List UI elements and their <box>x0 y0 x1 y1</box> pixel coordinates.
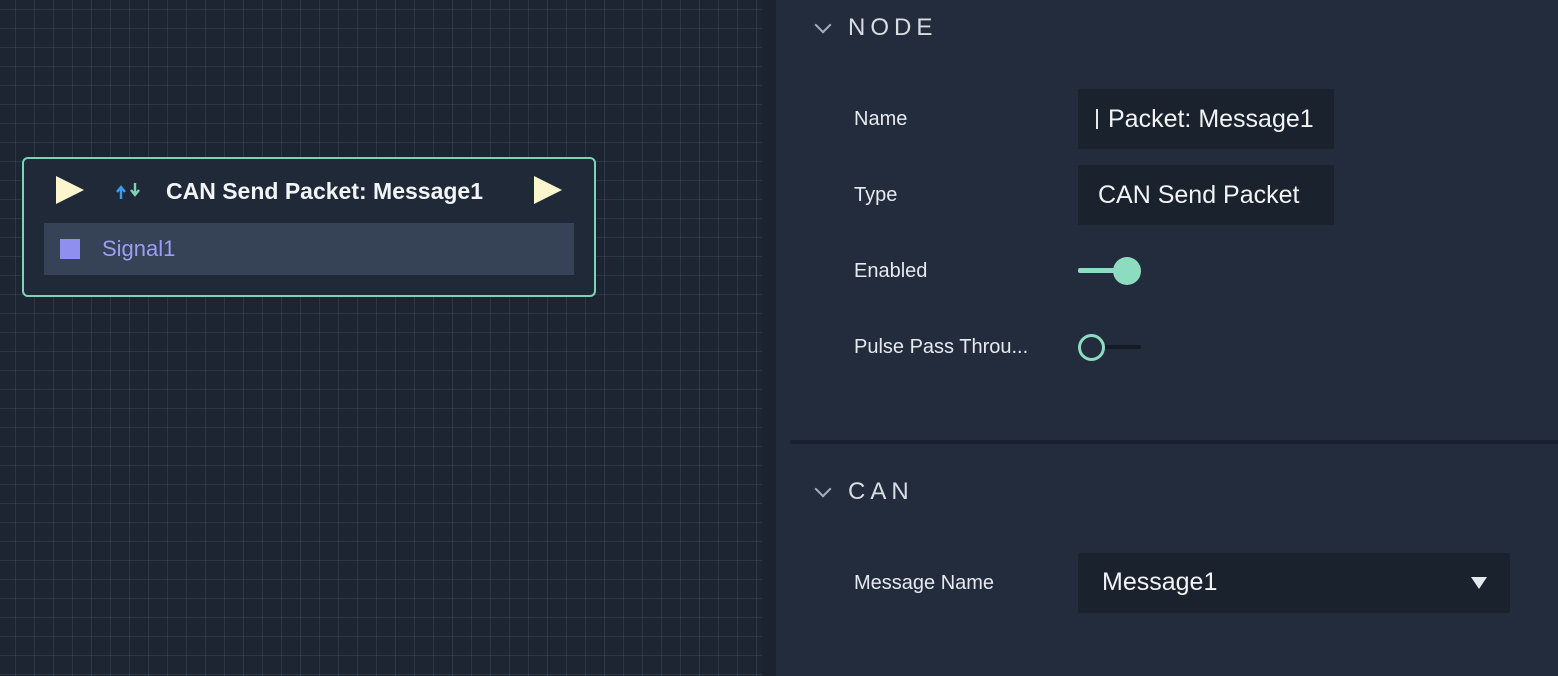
signal-attribute-row[interactable]: Signal1 <box>44 223 574 275</box>
text-caret <box>1096 109 1098 129</box>
message-name-dropdown[interactable]: Message1 <box>1078 553 1510 613</box>
pulse-output-icon[interactable] <box>534 176 562 204</box>
signal-attribute-icon[interactable] <box>60 239 80 259</box>
name-field[interactable]: Packet: Message1 <box>1078 89 1334 149</box>
message-name-label: Message Name <box>854 572 995 594</box>
type-field: CAN Send Packet <box>1078 165 1334 225</box>
graph-canvas[interactable]: CAN Send Packet: Message1 Signal1 <box>0 0 762 676</box>
type-field-value: CAN Send Packet <box>1098 181 1300 209</box>
enabled-label: Enabled <box>854 260 928 282</box>
enabled-toggle-knob[interactable] <box>1113 257 1141 285</box>
signal-attribute-label: Signal1 <box>102 236 176 261</box>
section-divider <box>790 440 1558 444</box>
node-section-title[interactable]: NODE <box>848 14 937 42</box>
pulse-pass-through-label: Pulse Pass Throu... <box>854 336 1029 358</box>
message-name-value: Message1 <box>1102 568 1218 596</box>
pulse-toggle-knob[interactable] <box>1078 334 1105 361</box>
dropdown-arrow-icon[interactable] <box>1471 577 1487 589</box>
name-label: Name <box>854 108 908 130</box>
name-field-value: Packet: Message1 <box>1108 105 1314 133</box>
panel-splitter[interactable] <box>762 0 776 676</box>
node-title: CAN Send Packet: Message1 <box>166 178 484 204</box>
can-section-title[interactable]: CAN <box>848 478 914 506</box>
type-label: Type <box>854 184 898 206</box>
can-send-packet-node[interactable]: CAN Send Packet: Message1 Signal1 <box>22 157 596 297</box>
can-send-arrows-icon <box>116 183 140 199</box>
pulse-input-icon[interactable] <box>56 176 84 204</box>
